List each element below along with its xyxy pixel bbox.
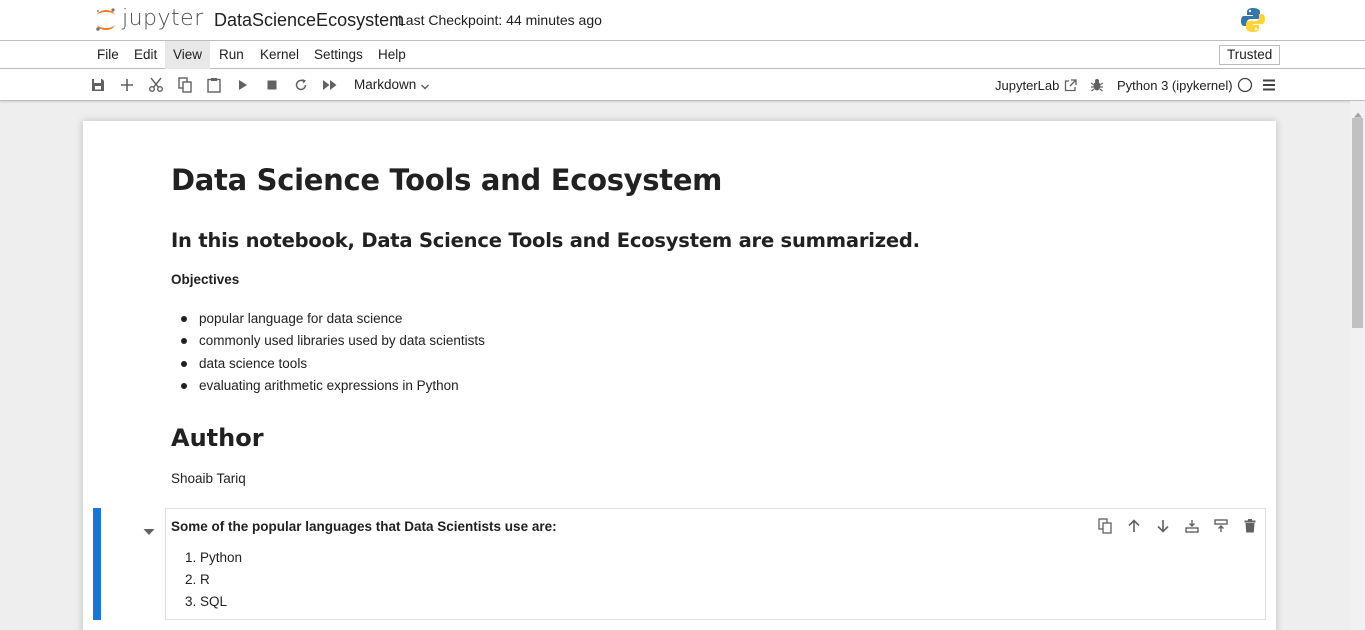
scroll-thumb[interactable] <box>1352 118 1363 328</box>
insert-above-icon[interactable] <box>1212 517 1230 535</box>
menu-bar: File Edit View Run Kernel Settings Help … <box>0 41 1365 69</box>
list-item: 2. R <box>185 572 210 587</box>
objectives-list: popular language for data science common… <box>171 308 485 398</box>
add-cell-icon[interactable] <box>118 76 136 94</box>
collapse-caret-icon[interactable] <box>143 523 155 541</box>
kernel-status-idle-icon <box>1236 76 1254 94</box>
active-cell-indicator[interactable] <box>93 508 101 620</box>
move-down-arrow-icon[interactable] <box>1154 517 1172 535</box>
paste-icon[interactable] <box>205 76 223 94</box>
stop-icon[interactable] <box>263 76 281 94</box>
move-up-arrow-icon[interactable] <box>1125 517 1143 535</box>
jupyter-logo-icon <box>96 8 115 31</box>
list-item: commonly used libraries used by data sci… <box>171 330 485 352</box>
notebook-panel: Data Science Tools and Ecosystem In this… <box>83 121 1276 630</box>
run-icon[interactable] <box>234 76 252 94</box>
list-item: 1. Python <box>185 550 243 565</box>
external-link-icon[interactable] <box>1061 76 1079 94</box>
jupyter-logo[interactable]: jupyter <box>94 4 204 36</box>
menu-edit[interactable]: Edit <box>126 41 165 69</box>
list-item: 3. SQL <box>185 594 228 609</box>
delete-cell-trash-icon[interactable] <box>1241 517 1259 535</box>
top-header: jupyter DataScienceEcosystem Last Checkp… <box>0 0 1365 41</box>
objectives-label: Objectives <box>171 272 240 287</box>
cell-type-dropdown[interactable]: Markdown <box>354 77 416 92</box>
python-logo-icon <box>1239 6 1267 39</box>
save-icon[interactable] <box>89 76 107 94</box>
list-item: data science tools <box>171 353 485 375</box>
menu-file[interactable]: File <box>89 41 127 69</box>
open-jupyterlab-link[interactable]: JupyterLab <box>995 78 1059 93</box>
notebook-title[interactable]: DataScienceEcosystem <box>214 10 404 31</box>
cut-icon[interactable] <box>147 76 165 94</box>
notebook-heading: Data Science Tools and Ecosystem <box>171 163 723 197</box>
list-item: popular language for data science <box>171 308 485 330</box>
insert-below-icon[interactable] <box>1183 517 1201 535</box>
author-heading: Author <box>171 424 264 452</box>
menu-view[interactable]: View <box>165 41 211 69</box>
restart-icon[interactable] <box>292 76 310 94</box>
author-name: Shoaib Tariq <box>171 471 246 486</box>
active-markdown-cell[interactable]: Some of the popular languages that Data … <box>165 508 1266 620</box>
copy-icon[interactable] <box>176 76 194 94</box>
menu-help[interactable]: Help <box>370 41 414 69</box>
notebook-subtitle: In this notebook, Data Science Tools and… <box>171 229 920 252</box>
menu-settings[interactable]: Settings <box>306 41 371 69</box>
jupyter-logo-text: jupyter <box>122 6 204 31</box>
chevron-down-icon[interactable] <box>420 79 430 97</box>
last-checkpoint: Last Checkpoint: 44 minutes ago <box>398 12 602 28</box>
list-item: evaluating arithmetic expressions in Pyt… <box>171 375 485 397</box>
notebook-toolbar: Markdown JupyterLab Python 3 (ipykernel) <box>0 69 1365 101</box>
menu-run[interactable]: Run <box>211 41 252 69</box>
menu-kernel[interactable]: Kernel <box>252 41 307 69</box>
fast-forward-icon[interactable] <box>321 76 339 94</box>
kernel-name[interactable]: Python 3 (ipykernel) <box>1117 78 1233 93</box>
hamburger-menu-icon[interactable] <box>1260 76 1278 94</box>
cell-heading: Some of the popular languages that Data … <box>171 519 557 534</box>
trusted-indicator[interactable]: Trusted <box>1219 45 1281 65</box>
duplicate-cell-icon[interactable] <box>1096 517 1114 535</box>
languages-list: 1. Python 2. R 3. SQL <box>171 547 242 613</box>
debugger-bug-icon[interactable] <box>1088 76 1106 94</box>
cell-toolbar <box>1096 517 1261 535</box>
vertical-scrollbar[interactable] <box>1350 101 1365 630</box>
